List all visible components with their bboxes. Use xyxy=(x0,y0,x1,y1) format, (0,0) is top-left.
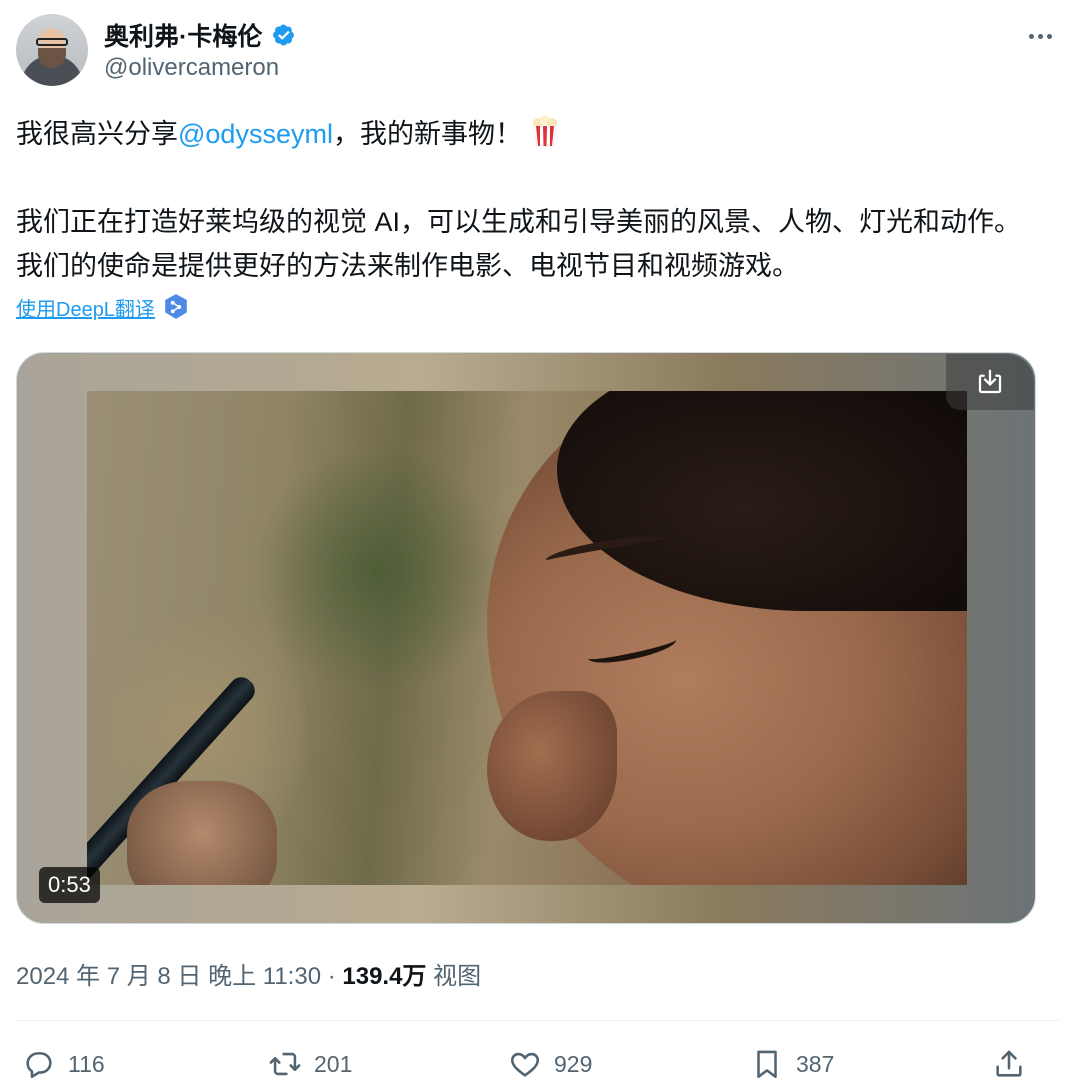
reply-count: 116 xyxy=(68,1050,105,1077)
tweet-paragraph-2: 我们正在打造好莱坞级的视觉 AI，可以生成和引导美丽的风景、人物、灯光和动作。我… xyxy=(16,207,1022,281)
heart-icon xyxy=(510,1052,540,1077)
tweet-paragraph-1: 我很高兴分享@odysseyml，我的新事物！ xyxy=(16,112,1046,156)
reply-button[interactable]: 116 xyxy=(22,1042,105,1086)
video-player[interactable]: 0:53 xyxy=(16,352,1036,924)
video-thumbnail[interactable] xyxy=(87,391,967,885)
action-bar: 116 201 929 387 xyxy=(22,1042,1034,1086)
avatar[interactable] xyxy=(16,14,88,86)
author-handle[interactable]: @olivercameron xyxy=(104,54,279,82)
avatar-glasses xyxy=(36,38,68,46)
share-icon xyxy=(996,1050,1022,1077)
deepl-logo-icon[interactable] xyxy=(163,293,189,321)
more-options-icon[interactable] xyxy=(1020,22,1060,50)
retweet-icon xyxy=(269,1052,301,1076)
meta-separator: · xyxy=(321,963,343,990)
retweet-button[interactable]: 201 xyxy=(268,1042,352,1086)
translate-row: 使用DeepL翻译 xyxy=(16,292,189,322)
divider xyxy=(16,1020,1060,1021)
views-count: 139.4万 xyxy=(342,963,427,990)
tweet-text-part1: 我很高兴分享 xyxy=(16,119,178,149)
mention-link[interactable]: @odysseyml xyxy=(178,119,333,149)
like-button[interactable]: 929 xyxy=(508,1042,592,1086)
tweet-text: 我很高兴分享@odysseyml，我的新事物！ 我们正在打造好莱坞级的视觉 AI… xyxy=(16,112,1046,288)
like-count: 929 xyxy=(554,1050,593,1077)
translate-link[interactable]: 使用DeepL翻译 xyxy=(16,293,155,322)
tweet-text-part2: ，我的新事物！ xyxy=(332,119,522,149)
video-duration: 0:53 xyxy=(39,867,100,903)
timestamp[interactable]: 2024 年 7 月 8 日 晚上 11:30 xyxy=(16,963,321,990)
download-icon xyxy=(978,369,1002,394)
verified-badge-icon[interactable] xyxy=(270,21,298,49)
nose xyxy=(487,691,617,841)
reply-icon xyxy=(26,1052,52,1079)
retweet-count: 201 xyxy=(314,1050,353,1077)
tweet-header: 奥利弗·卡梅伦 @olivercameron xyxy=(16,14,1060,90)
hand xyxy=(127,781,277,885)
popcorn-icon xyxy=(532,115,557,147)
download-button[interactable] xyxy=(946,354,1034,410)
bookmark-button[interactable]: 387 xyxy=(750,1042,834,1086)
share-button[interactable] xyxy=(992,1042,1026,1086)
bookmark-icon xyxy=(757,1050,777,1079)
tweet-meta: 2024 年 7 月 8 日 晚上 11:30 · 139.4万 视图 xyxy=(16,956,481,991)
avatar-beard xyxy=(38,48,66,68)
views-label: 视图 xyxy=(433,963,482,990)
bookmark-count: 387 xyxy=(796,1050,835,1077)
author-name[interactable]: 奥利弗·卡梅伦 xyxy=(104,17,262,53)
name-row: 奥利弗·卡梅伦 xyxy=(104,18,298,52)
